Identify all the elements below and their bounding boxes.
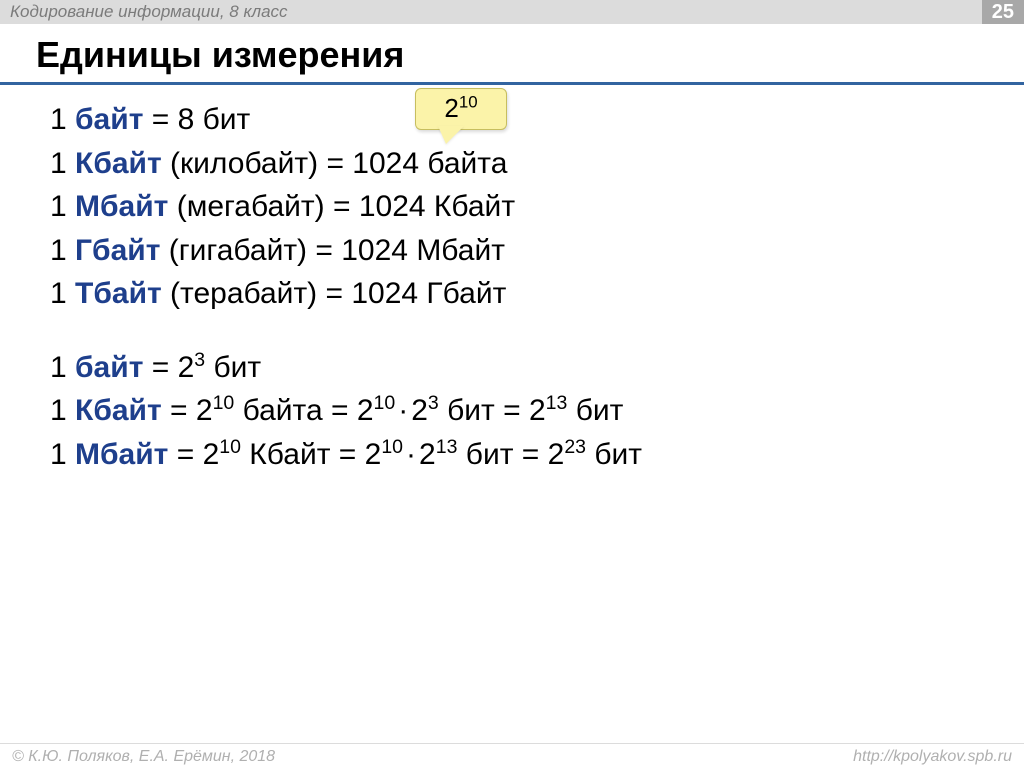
unit-row: 1 Тбайт (терабайт) = 1024 Гбайт	[50, 272, 642, 316]
spacer	[50, 316, 642, 346]
unit-row: 1 Мбайт = 210 Кбайт = 210·213 бит = 223 …	[50, 433, 642, 477]
unit-row: 1 Кбайт = 210 байта = 210·23 бит = 213 б…	[50, 389, 642, 433]
subject-label: Кодирование информации, 8 класс	[10, 2, 288, 22]
title-underline	[0, 82, 1024, 85]
page-number: 25	[982, 0, 1024, 24]
unit-row: 1 Мбайт (мегабайт) = 1024 Кбайт	[50, 185, 642, 229]
unit-row: 1 Гбайт (гигабайт) = 1024 Мбайт	[50, 229, 642, 273]
slide: Кодирование информации, 8 класс 25 Едини…	[0, 0, 1024, 767]
unit-list-powers: 1 байт = 23 бит1 Кбайт = 210 байта = 210…	[50, 346, 642, 477]
unit-term: Кбайт	[75, 147, 162, 180]
unit-term: Мбайт	[75, 438, 168, 471]
top-bar: Кодирование информации, 8 класс 25	[0, 0, 1024, 24]
copyright: © К.Ю. Поляков, Е.А. Ерёмин, 2018	[12, 748, 275, 766]
source-url: http://kpolyakov.spb.ru	[853, 748, 1012, 766]
unit-row: 1 байт = 23 бит	[50, 346, 642, 390]
unit-term: Гбайт	[75, 234, 160, 267]
footer-bar: © К.Ю. Поляков, Е.А. Ерёмин, 2018 http:/…	[0, 743, 1024, 767]
slide-title: Единицы измерения	[36, 34, 404, 76]
unit-term: байт	[75, 103, 143, 136]
unit-list-decimal: 1 байт = 8 бит1 Кбайт (килобайт) = 1024 …	[50, 98, 642, 316]
unit-term: Тбайт	[75, 277, 162, 310]
unit-term: Кбайт	[75, 394, 162, 427]
unit-row: 1 байт = 8 бит	[50, 98, 642, 142]
content: 1 байт = 8 бит1 Кбайт (килобайт) = 1024 …	[50, 98, 642, 476]
unit-term: Мбайт	[75, 190, 168, 223]
unit-term: байт	[75, 351, 143, 384]
unit-row: 1 Кбайт (килобайт) = 1024 байта	[50, 142, 642, 186]
